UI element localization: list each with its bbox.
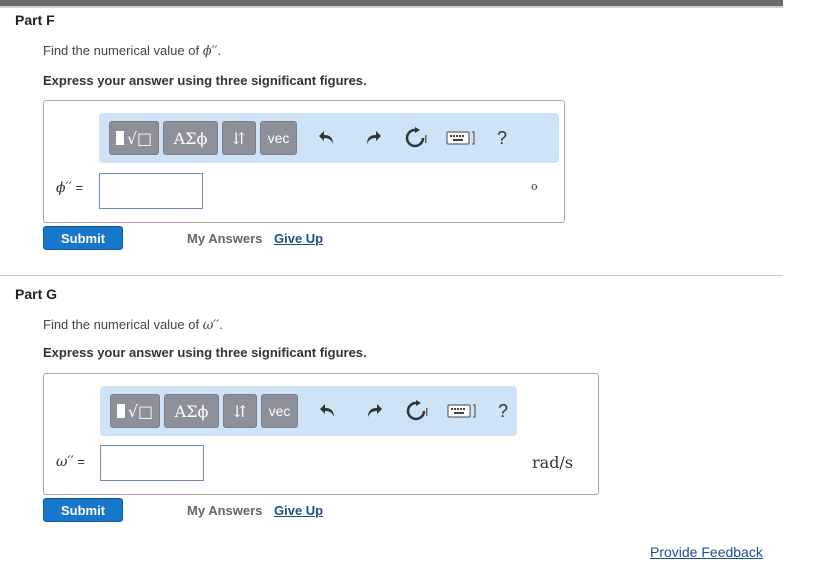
keyboard-button[interactable] [445, 125, 479, 151]
subscript-arrows-icon: ⇵ [233, 401, 247, 421]
greek-button[interactable]: ΑΣϕ [163, 121, 218, 155]
help-button[interactable]: ? [490, 398, 516, 424]
part-g-answer-box: √□ ΑΣϕ ⇵ vec ? ω′′ = rad/s [43, 373, 599, 495]
keyboard-icon [447, 404, 476, 418]
top-bar-shadow [0, 6, 783, 8]
part-f-title: Part F [15, 12, 55, 28]
question-suffix: . [217, 43, 222, 58]
templates-button[interactable]: √□ [110, 394, 160, 428]
question-variable: ω′′ [202, 318, 220, 333]
question-prefix: Find the numerical value of [43, 317, 203, 332]
part-g-question: Find the numerical value of ω′′. [43, 317, 223, 333]
reset-icon [406, 400, 428, 421]
redo-button[interactable] [359, 125, 385, 151]
subscript-arrows-button[interactable]: ⇵ [223, 394, 257, 428]
part-g-instruction: Express your answer using three signific… [43, 345, 367, 360]
question-suffix: . [219, 317, 223, 332]
omega-symbol: ω′′ [56, 454, 74, 470]
redo-icon [368, 404, 382, 417]
greek-label: ΑΣϕ [174, 401, 209, 421]
question-prefix: Find the numerical value of [43, 43, 203, 58]
greek-button[interactable]: ΑΣϕ [164, 394, 219, 428]
vector-button[interactable]: vec [261, 394, 298, 428]
rad-per-sec-unit: rad/s [532, 453, 574, 472]
help-icon: ? [496, 127, 507, 148]
keyboard-button[interactable] [446, 398, 480, 424]
phi-answer-input[interactable] [99, 173, 203, 209]
omega-label: ω′′ = [56, 454, 85, 470]
templates-label: √□ [127, 401, 154, 421]
phi-label: ϕ′′ = [56, 180, 83, 196]
part-f-submit-button[interactable]: Submit [43, 226, 123, 250]
equals-sign: = [75, 180, 84, 195]
help-button[interactable]: ? [489, 125, 515, 151]
reset-button[interactable] [403, 125, 429, 151]
part-f-question: Find the numerical value of ϕ′′. [43, 43, 221, 59]
undo-icon [319, 131, 333, 144]
subscript-arrows-icon: ⇵ [232, 128, 246, 148]
part-divider [0, 275, 783, 276]
part-f-my-answers[interactable]: My Answers [187, 231, 262, 246]
math-toolbar: √□ ΑΣϕ ⇵ vec ? [99, 113, 559, 163]
undo-button[interactable] [316, 398, 342, 424]
templates-icon [115, 131, 124, 145]
question-variable: ϕ′′ [202, 44, 218, 59]
degree-unit: o [531, 180, 538, 193]
omega-answer-input[interactable] [100, 445, 204, 481]
vector-button[interactable]: vec [260, 121, 297, 155]
part-g-title: Part G [15, 286, 58, 302]
reset-icon [405, 127, 427, 148]
undo-icon [320, 404, 334, 417]
templates-label: √□ [126, 128, 153, 148]
redo-button[interactable] [360, 398, 386, 424]
help-icon: ? [497, 400, 508, 421]
part-g-my-answers[interactable]: My Answers [187, 503, 262, 518]
provide-feedback-link[interactable]: Provide Feedback [650, 544, 763, 560]
phi-symbol: ϕ′′ [56, 180, 72, 196]
vector-label: vec [268, 403, 291, 419]
templates-icon [116, 404, 125, 418]
math-toolbar: √□ ΑΣϕ ⇵ vec ? [100, 386, 517, 436]
redo-icon [367, 131, 381, 144]
part-f-give-up-link[interactable]: Give Up [274, 231, 323, 246]
vector-label: vec [267, 130, 290, 146]
templates-button[interactable]: √□ [109, 121, 159, 155]
equals-sign: = [77, 454, 85, 469]
undo-button[interactable] [315, 125, 341, 151]
keyboard-icon [446, 131, 475, 145]
greek-label: ΑΣϕ [173, 128, 208, 148]
part-g-submit-button[interactable]: Submit [43, 498, 123, 522]
part-f-instruction: Express your answer using three signific… [43, 73, 367, 88]
part-f-answer-box: √□ ΑΣϕ ⇵ vec ? ϕ′′ = o [43, 100, 565, 223]
reset-button[interactable] [404, 398, 430, 424]
part-g-give-up-link[interactable]: Give Up [274, 503, 323, 518]
subscript-arrows-button[interactable]: ⇵ [222, 121, 256, 155]
